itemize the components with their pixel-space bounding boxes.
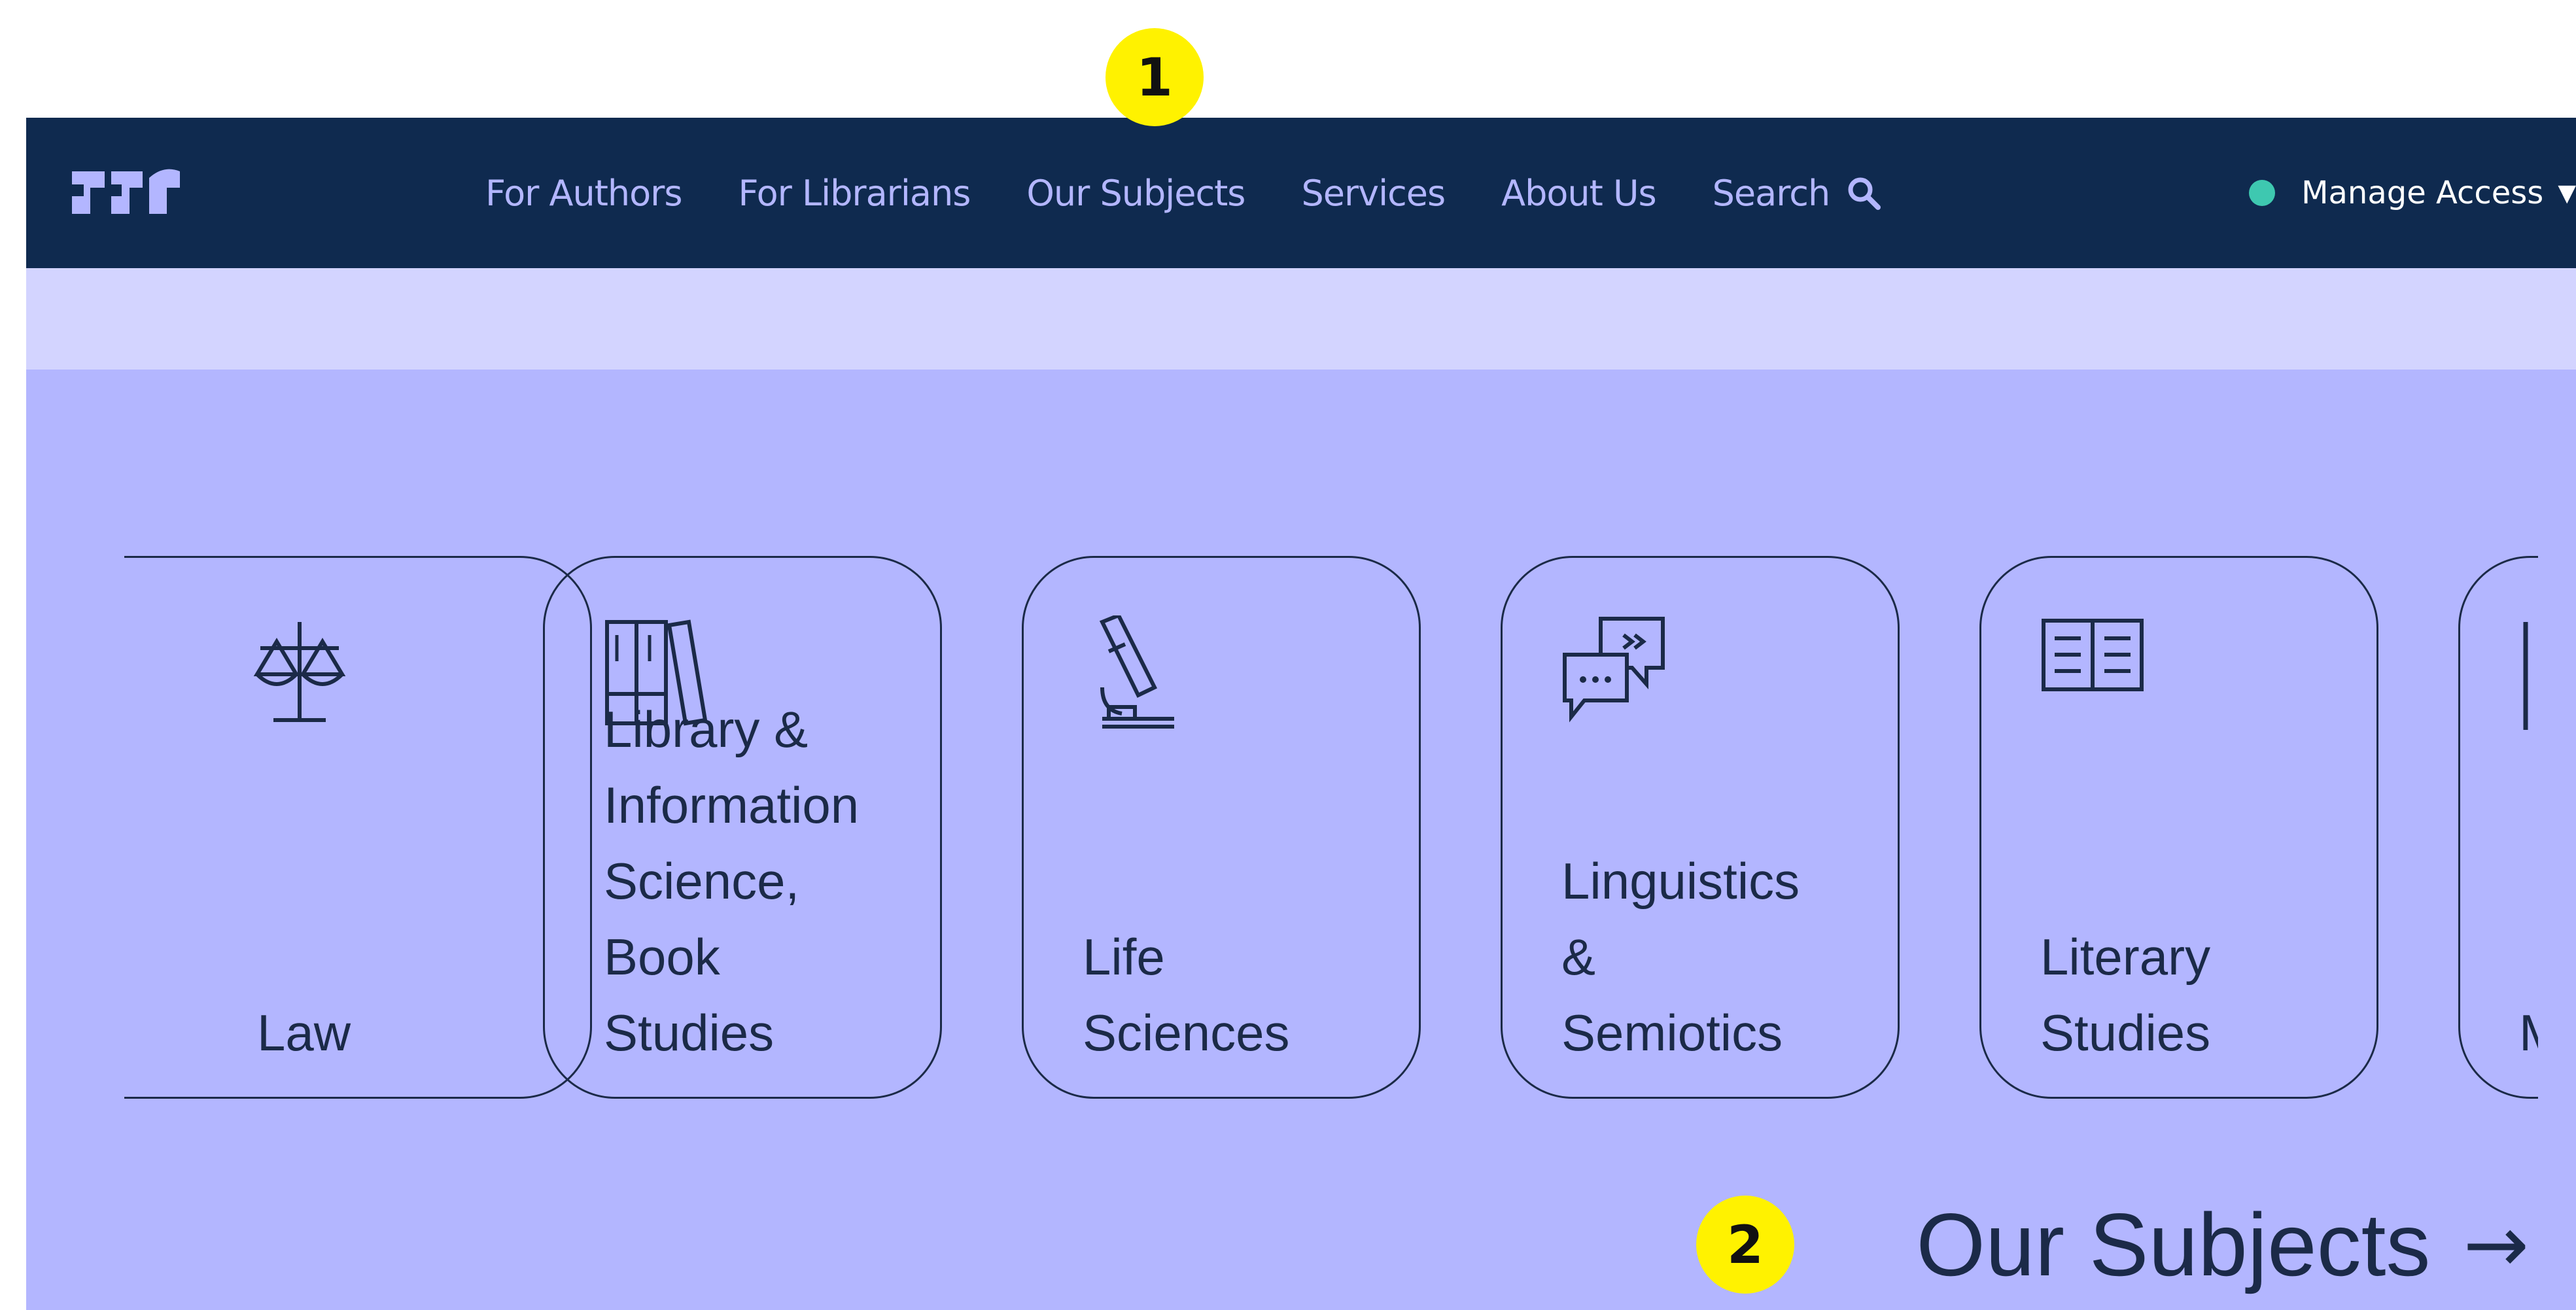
microscope-icon [1099,615,1174,729]
partial-icon [2523,622,2528,730]
subject-label: Literary Studies [2040,928,2211,1061]
nav-services[interactable]: Services [1301,173,1446,214]
annotation-badge-1: 1 [1105,28,1204,126]
nav-for-authors[interactable]: For Authors [485,173,682,214]
annotation-badge-2: 2 [1696,1196,1794,1294]
subjects-carousel[interactable]: Law Library & Information Science, Book … [124,543,2538,1118]
subject-card-life-sciences[interactable]: Life Sciences [1022,556,1421,1099]
subject-card-literary-studies[interactable]: Literary Studies [1979,556,2378,1099]
subject-card-partial[interactable]: M [2458,556,2538,1099]
caret-down-icon: ▼ [2558,179,2576,207]
status-dot [2249,180,2276,206]
subject-label: M [2519,995,2538,1071]
nav-for-librarians[interactable]: For Librarians [738,173,971,214]
manage-access-menu[interactable]: Manage Access ▼ [2249,118,2576,268]
search-icon [1848,177,1881,210]
publisher-logo[interactable] [65,152,183,230]
nav-our-subjects[interactable]: Our Subjects [1026,173,1245,214]
scales-icon [253,622,346,722]
nav-about-us[interactable]: About Us [1501,173,1656,214]
open-book-icon [2042,619,2144,691]
our-subjects-link[interactable]: Our Subjects → [1916,1194,2529,1296]
subject-card-library-information-science[interactable]: Library & Information Science, Book Stud… [543,556,942,1099]
top-navbar: For Authors For Librarians Our Subjects … [26,118,2576,268]
sub-banner-strip [26,268,2576,370]
subject-label: Life Sciences [1083,928,1290,1061]
subject-label: Library & Information Science, Book Stud… [604,700,860,1061]
subject-label: Linguistics & Semiotics [1561,852,1800,1061]
nav-search[interactable]: Search [1713,173,1883,214]
subject-card-linguistics-semiotics[interactable]: Linguistics & Semiotics [1501,556,1900,1099]
subject-card-law[interactable]: Law [124,556,592,1099]
manage-access-label: Manage Access [2301,175,2544,211]
our-subjects-label: Our Subjects [1916,1195,2431,1294]
subject-label: Law [257,1004,351,1061]
search-label: Search [1712,172,1831,214]
speech-bubbles-icon [1563,617,1665,723]
primary-nav: For Authors For Librarians Our Subjects … [485,118,1938,268]
arrow-right-icon: → [2463,1199,2529,1290]
